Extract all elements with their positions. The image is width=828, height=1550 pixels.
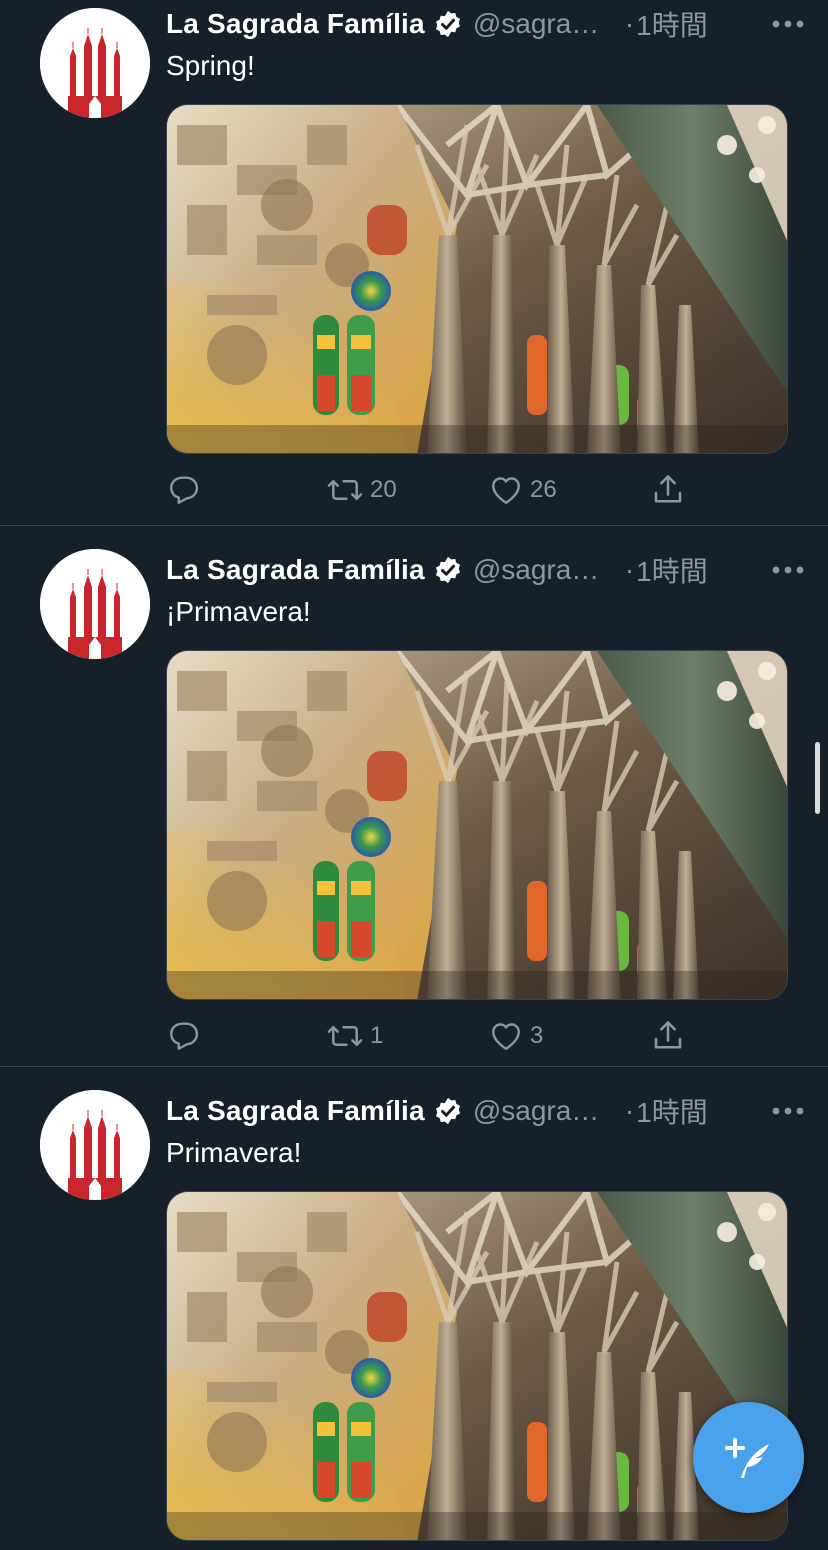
tweet-text: Primavera! bbox=[166, 1137, 302, 1168]
reply-icon bbox=[170, 1022, 199, 1050]
heart-icon bbox=[492, 1023, 520, 1050]
reply-icon bbox=[170, 476, 199, 504]
handle[interactable]: @sagrada_familia bbox=[473, 8, 609, 40]
share-button[interactable] bbox=[650, 470, 686, 510]
tweet-media-image[interactable] bbox=[166, 104, 788, 454]
separator-dot: · bbox=[624, 1095, 635, 1126]
display-name[interactable]: La Sagrada Família bbox=[166, 1095, 425, 1127]
tweet-media-image[interactable] bbox=[166, 1191, 788, 1541]
separator-dot: · bbox=[624, 8, 635, 39]
avatar[interactable] bbox=[40, 549, 150, 659]
tweet-text: Spring! bbox=[166, 50, 255, 81]
retweet-count: 20 bbox=[370, 476, 397, 503]
tweet-media-image[interactable] bbox=[166, 650, 788, 1000]
more-dots-icon[interactable] bbox=[768, 552, 808, 588]
compose-tweet-button[interactable] bbox=[693, 1402, 804, 1513]
retweet-button[interactable]: 1 bbox=[326, 1016, 383, 1056]
tweet-header: La Sagrada Família @sagrada_familia · 1時… bbox=[166, 1089, 808, 1133]
avatar[interactable] bbox=[40, 8, 150, 118]
share-icon bbox=[654, 1021, 682, 1049]
like-count: 26 bbox=[530, 476, 557, 503]
like-button[interactable]: 26 bbox=[488, 470, 557, 510]
reply-button[interactable] bbox=[166, 470, 202, 510]
more-dots-icon[interactable] bbox=[768, 1093, 808, 1129]
timestamp[interactable]: 1時間 bbox=[636, 4, 708, 44]
tweet[interactable]: La Sagrada Família @sagrada_familia · 1時… bbox=[0, 526, 828, 1067]
like-count: 3 bbox=[530, 1022, 544, 1049]
more-dots-icon[interactable] bbox=[768, 6, 808, 42]
tweet[interactable]: La Sagrada Família @sagrada_familia · 1時… bbox=[0, 0, 828, 526]
verified-badge-icon bbox=[435, 10, 460, 38]
retweet-button[interactable]: 20 bbox=[326, 470, 397, 510]
basilica-interior-photo bbox=[167, 651, 788, 1000]
handle[interactable]: @sagrada_familia bbox=[473, 554, 609, 586]
basilica-interior-photo bbox=[167, 1192, 788, 1541]
scrollbar[interactable] bbox=[815, 742, 820, 814]
tweet-actions: 20 26 bbox=[166, 470, 706, 510]
display-name[interactable]: La Sagrada Família bbox=[166, 8, 425, 40]
handle[interactable]: @sagrada_familia bbox=[473, 1095, 609, 1127]
share-icon bbox=[654, 475, 682, 503]
like-button[interactable]: 3 bbox=[488, 1016, 543, 1056]
reply-button[interactable] bbox=[166, 1016, 202, 1056]
timestamp[interactable]: 1時間 bbox=[636, 1091, 708, 1131]
share-button[interactable] bbox=[650, 1016, 686, 1056]
verified-badge-icon bbox=[435, 1097, 460, 1125]
tweet-text: ¡Primavera! bbox=[166, 596, 311, 627]
retweet-icon bbox=[327, 1025, 363, 1047]
tweet-header: La Sagrada Família @sagrada_familia · 1時… bbox=[166, 2, 808, 46]
timestamp[interactable]: 1時間 bbox=[636, 550, 708, 590]
tweet-header: La Sagrada Família @sagrada_familia · 1時… bbox=[166, 548, 808, 592]
display-name[interactable]: La Sagrada Família bbox=[166, 554, 425, 586]
separator-dot: · bbox=[624, 554, 635, 585]
heart-icon bbox=[492, 477, 520, 504]
retweet-count: 1 bbox=[370, 1022, 384, 1049]
verified-badge-icon bbox=[435, 556, 460, 584]
tweet-actions: 1 3 bbox=[166, 1016, 706, 1056]
compose-tweet-icon bbox=[724, 1437, 769, 1478]
retweet-icon bbox=[327, 479, 363, 501]
timeline-feed: La Sagrada Família @sagrada_familia · 1時… bbox=[0, 0, 828, 1547]
basilica-interior-photo bbox=[167, 105, 788, 454]
avatar[interactable] bbox=[40, 1090, 150, 1200]
